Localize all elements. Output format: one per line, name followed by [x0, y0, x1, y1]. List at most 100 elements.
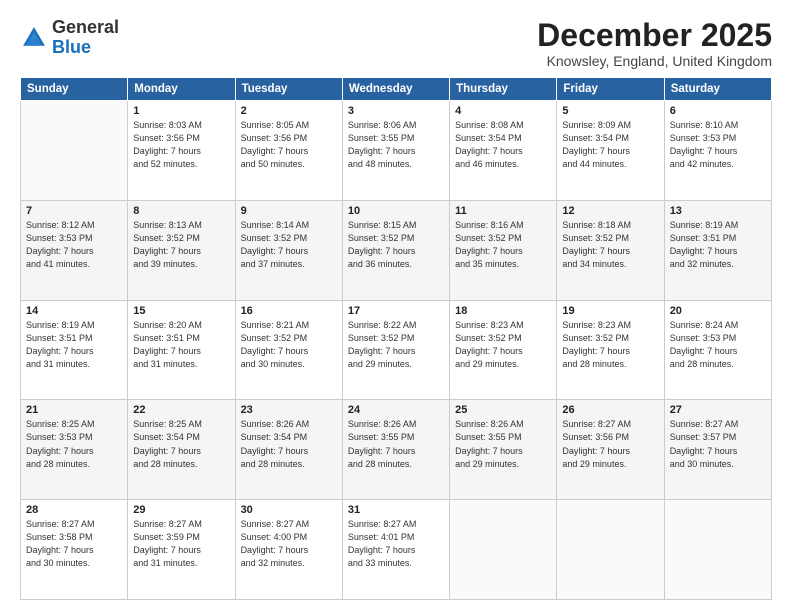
- calendar-header-sunday: Sunday: [21, 78, 128, 101]
- day-number: 7: [26, 205, 122, 217]
- calendar-week-0: 1Sunrise: 8:03 AM Sunset: 3:56 PM Daylig…: [21, 101, 772, 201]
- day-info: Sunrise: 8:22 AM Sunset: 3:52 PM Dayligh…: [348, 319, 444, 371]
- day-number: 15: [133, 305, 229, 317]
- day-number: 19: [562, 305, 658, 317]
- calendar-cell: 25Sunrise: 8:26 AM Sunset: 3:55 PM Dayli…: [450, 400, 557, 500]
- day-info: Sunrise: 8:20 AM Sunset: 3:51 PM Dayligh…: [133, 319, 229, 371]
- day-info: Sunrise: 8:13 AM Sunset: 3:52 PM Dayligh…: [133, 219, 229, 271]
- day-info: Sunrise: 8:27 AM Sunset: 4:01 PM Dayligh…: [348, 518, 444, 570]
- day-info: Sunrise: 8:27 AM Sunset: 3:56 PM Dayligh…: [562, 418, 658, 470]
- day-number: 29: [133, 504, 229, 516]
- location: Knowsley, England, United Kingdom: [537, 53, 772, 69]
- day-info: Sunrise: 8:19 AM Sunset: 3:51 PM Dayligh…: [670, 219, 766, 271]
- calendar-cell: [21, 101, 128, 201]
- calendar-cell: 4 Sunrise: 8:08 AM Sunset: 3:54 PM Daylig…: [450, 101, 557, 201]
- day-number: 17: [348, 305, 444, 317]
- day-number: 22: [133, 404, 229, 416]
- month-title: December 2025: [537, 18, 772, 53]
- logo: General Blue: [20, 18, 119, 58]
- calendar-header-friday: Friday: [557, 78, 664, 101]
- day-number: 23: [241, 404, 337, 416]
- calendar-header-monday: Monday: [128, 78, 235, 101]
- day-number: 4: [455, 105, 551, 117]
- calendar-cell: 18 Sunrise: 8:23 AM Sunset: 3:52 PM Dayli…: [450, 300, 557, 400]
- calendar-cell: 7 Sunrise: 8:12 AM Sunset: 3:53 PM Daylig…: [21, 200, 128, 300]
- day-info: Sunrise: 8:15 AM Sunset: 3:52 PM Dayligh…: [348, 219, 444, 271]
- calendar-cell: 11 Sunrise: 8:16 AM Sunset: 3:52 PM Dayli…: [450, 200, 557, 300]
- calendar-cell: 27 Sunrise: 8:27 AM Sunset: 3:57 PM Dayli…: [664, 400, 771, 500]
- calendar-cell: 30 Sunrise: 8:27 AM Sunset: 4:00 PM Dayli…: [235, 500, 342, 600]
- calendar-header-tuesday: Tuesday: [235, 78, 342, 101]
- calendar-header-thursday: Thursday: [450, 78, 557, 101]
- day-info: Sunrise: 8:03 AM Sunset: 3:56 PM Dayligh…: [133, 119, 229, 171]
- day-info: Sunrise: 8:10 AM Sunset: 3:53 PM Dayligh…: [670, 119, 766, 171]
- logo-blue: Blue: [52, 37, 91, 57]
- day-number: 10: [348, 205, 444, 217]
- day-number: 31: [348, 504, 444, 516]
- calendar-cell: 2Sunrise: 8:05 AM Sunset: 3:56 PM Daylig…: [235, 101, 342, 201]
- day-info: Sunrise: 8:24 AM Sunset: 3:53 PM Dayligh…: [670, 319, 766, 371]
- day-number: 6: [670, 105, 766, 117]
- day-number: 26: [562, 404, 658, 416]
- day-number: 12: [562, 205, 658, 217]
- calendar-cell: 1Sunrise: 8:03 AM Sunset: 3:56 PM Daylig…: [128, 101, 235, 201]
- day-info: Sunrise: 8:27 AM Sunset: 3:58 PM Dayligh…: [26, 518, 122, 570]
- calendar-cell: 8 Sunrise: 8:13 AM Sunset: 3:52 PM Daylig…: [128, 200, 235, 300]
- day-info: Sunrise: 8:16 AM Sunset: 3:52 PM Dayligh…: [455, 219, 551, 271]
- calendar-cell: 16 Sunrise: 8:21 AM Sunset: 3:52 PM Dayli…: [235, 300, 342, 400]
- day-number: 24: [348, 404, 444, 416]
- page: General Blue December 2025 Knowsley, Eng…: [0, 0, 792, 612]
- day-info: Sunrise: 8:26 AM Sunset: 3:55 PM Dayligh…: [455, 418, 551, 470]
- day-info: Sunrise: 8:27 AM Sunset: 3:59 PM Dayligh…: [133, 518, 229, 570]
- calendar-cell: 3 Sunrise: 8:06 AM Sunset: 3:55 PM Daylig…: [342, 101, 449, 201]
- day-info: Sunrise: 8:06 AM Sunset: 3:55 PM Dayligh…: [348, 119, 444, 171]
- day-number: 20: [670, 305, 766, 317]
- day-info: Sunrise: 8:27 AM Sunset: 3:57 PM Dayligh…: [670, 418, 766, 470]
- day-number: 3: [348, 105, 444, 117]
- calendar-week-3: 21Sunrise: 8:25 AM Sunset: 3:53 PM Dayli…: [21, 400, 772, 500]
- day-info: Sunrise: 8:08 AM Sunset: 3:54 PM Dayligh…: [455, 119, 551, 171]
- day-info: Sunrise: 8:27 AM Sunset: 4:00 PM Dayligh…: [241, 518, 337, 570]
- title-block: December 2025 Knowsley, England, United …: [537, 18, 772, 69]
- day-info: Sunrise: 8:26 AM Sunset: 3:55 PM Dayligh…: [348, 418, 444, 470]
- calendar-header-row: SundayMondayTuesdayWednesdayThursdayFrid…: [21, 78, 772, 101]
- day-number: 9: [241, 205, 337, 217]
- day-number: 28: [26, 504, 122, 516]
- calendar-cell: 12 Sunrise: 8:18 AM Sunset: 3:52 PM Dayli…: [557, 200, 664, 300]
- day-number: 2: [241, 105, 337, 117]
- header: General Blue December 2025 Knowsley, Eng…: [20, 18, 772, 69]
- day-info: Sunrise: 8:18 AM Sunset: 3:52 PM Dayligh…: [562, 219, 658, 271]
- day-number: 16: [241, 305, 337, 317]
- calendar-cell: [664, 500, 771, 600]
- calendar-week-4: 28 Sunrise: 8:27 AM Sunset: 3:58 PM Dayli…: [21, 500, 772, 600]
- day-number: 27: [670, 404, 766, 416]
- calendar-cell: 22 Sunrise: 8:25 AM Sunset: 3:54 PM Dayli…: [128, 400, 235, 500]
- calendar-cell: 14Sunrise: 8:19 AM Sunset: 3:51 PM Dayli…: [21, 300, 128, 400]
- calendar-header-saturday: Saturday: [664, 78, 771, 101]
- day-number: 30: [241, 504, 337, 516]
- calendar-cell: [557, 500, 664, 600]
- day-info: Sunrise: 8:25 AM Sunset: 3:53 PM Dayligh…: [26, 418, 122, 470]
- calendar-cell: 20 Sunrise: 8:24 AM Sunset: 3:53 PM Dayli…: [664, 300, 771, 400]
- calendar-cell: [450, 500, 557, 600]
- calendar-week-1: 7 Sunrise: 8:12 AM Sunset: 3:53 PM Daylig…: [21, 200, 772, 300]
- day-number: 18: [455, 305, 551, 317]
- calendar-cell: 29 Sunrise: 8:27 AM Sunset: 3:59 PM Dayli…: [128, 500, 235, 600]
- calendar-cell: 17 Sunrise: 8:22 AM Sunset: 3:52 PM Dayli…: [342, 300, 449, 400]
- day-info: Sunrise: 8:25 AM Sunset: 3:54 PM Dayligh…: [133, 418, 229, 470]
- calendar-cell: 28 Sunrise: 8:27 AM Sunset: 3:58 PM Dayli…: [21, 500, 128, 600]
- day-info: Sunrise: 8:21 AM Sunset: 3:52 PM Dayligh…: [241, 319, 337, 371]
- calendar-header-wednesday: Wednesday: [342, 78, 449, 101]
- day-info: Sunrise: 8:14 AM Sunset: 3:52 PM Dayligh…: [241, 219, 337, 271]
- logo-general: General: [52, 17, 119, 37]
- day-number: 5: [562, 105, 658, 117]
- calendar-cell: 15 Sunrise: 8:20 AM Sunset: 3:51 PM Dayli…: [128, 300, 235, 400]
- day-number: 8: [133, 205, 229, 217]
- day-info: Sunrise: 8:23 AM Sunset: 3:52 PM Dayligh…: [455, 319, 551, 371]
- day-number: 11: [455, 205, 551, 217]
- calendar-cell: 26 Sunrise: 8:27 AM Sunset: 3:56 PM Dayli…: [557, 400, 664, 500]
- day-info: Sunrise: 8:12 AM Sunset: 3:53 PM Dayligh…: [26, 219, 122, 271]
- day-info: Sunrise: 8:26 AM Sunset: 3:54 PM Dayligh…: [241, 418, 337, 470]
- day-info: Sunrise: 8:23 AM Sunset: 3:52 PM Dayligh…: [562, 319, 658, 371]
- calendar-cell: 9 Sunrise: 8:14 AM Sunset: 3:52 PM Daylig…: [235, 200, 342, 300]
